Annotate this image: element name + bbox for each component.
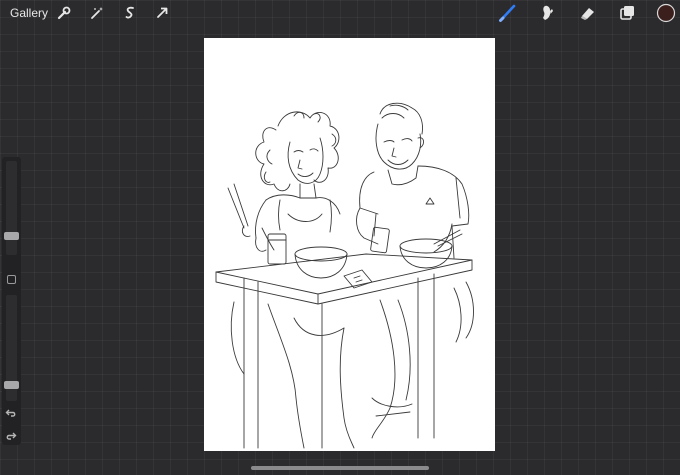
adjustments-button[interactable] <box>87 3 107 23</box>
brush-icon <box>499 4 516 22</box>
modify-button[interactable] <box>7 275 16 284</box>
brush-size-slider[interactable] <box>4 161 19 255</box>
layers-button[interactable] <box>616 3 638 23</box>
selection-button[interactable] <box>120 3 140 23</box>
wrench-icon <box>57 6 71 20</box>
sketch-artwork <box>215 102 474 449</box>
smudge-button[interactable] <box>537 3 559 23</box>
undo-icon <box>5 409 16 417</box>
magic-wand-icon <box>91 7 103 19</box>
home-indicator <box>251 466 429 470</box>
gallery-button[interactable]: Gallery <box>10 6 48 20</box>
smudge-icon <box>543 5 553 20</box>
drawing-canvas[interactable] <box>204 38 495 451</box>
redo-button[interactable] <box>4 430 18 442</box>
layers-icon <box>620 6 634 20</box>
actions-button[interactable] <box>54 3 74 23</box>
eraser-button[interactable] <box>577 3 599 23</box>
color-button[interactable] <box>656 3 676 23</box>
transform-button[interactable] <box>152 3 172 23</box>
brush-size-knob[interactable] <box>4 231 19 240</box>
opacity-slider[interactable] <box>4 295 19 401</box>
selection-icon <box>125 6 134 19</box>
transform-arrow-icon <box>157 7 168 18</box>
color-swatch <box>656 3 676 23</box>
opacity-knob[interactable] <box>4 381 19 390</box>
undo-button[interactable] <box>4 407 18 419</box>
top-toolbar: Gallery <box>0 0 680 26</box>
redo-icon <box>6 432 17 440</box>
sidebar-panel <box>2 157 21 445</box>
brush-button[interactable] <box>497 3 519 23</box>
eraser-icon <box>581 8 594 20</box>
